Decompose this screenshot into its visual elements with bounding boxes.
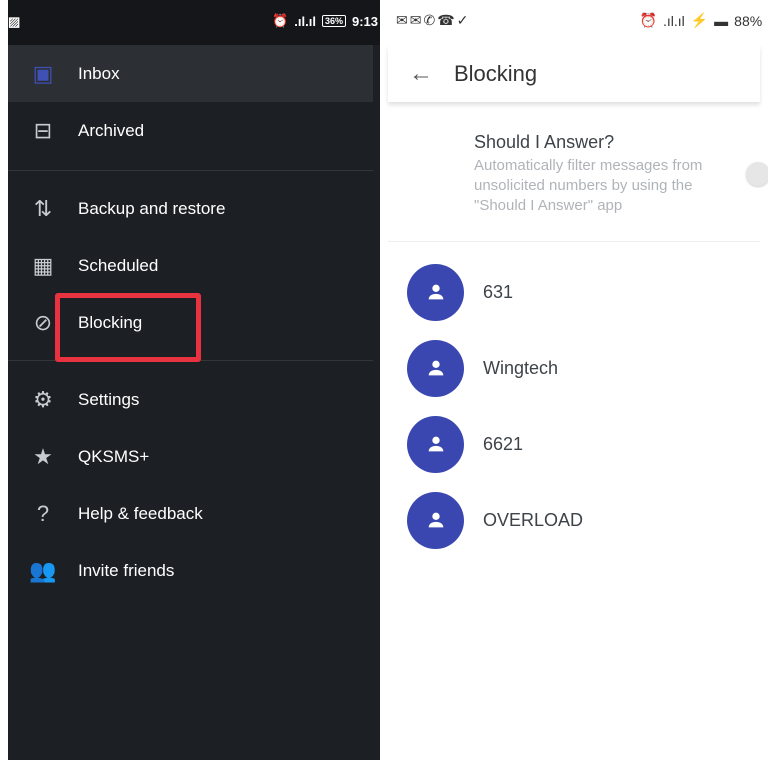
archive-icon: ⊟ <box>33 117 53 143</box>
toolbar: ← Blocking <box>388 45 760 102</box>
status-bar: ✉✉✆☎✓ ⏰ .ıl.ıl ⚡ ▬ 88% 7 <box>388 0 768 45</box>
swap-vert-icon: ⇅ <box>33 195 53 221</box>
signal-icon: .ıl.ıl <box>662 12 685 29</box>
drawer-screen: ▨ ⏰ .ıl.ıl 36% 9:13 ▣ Inbox ⊟ Archived ⇅ Back… <box>8 0 380 760</box>
drawer-item-invite-friends[interactable]: 👥 Invite friends <box>8 542 373 599</box>
status-bar: ▨ ⏰ .ıl.ıl 36% 9:13 <box>8 0 380 45</box>
status-time: 9:13 <box>351 13 378 29</box>
drawer-item-archived[interactable]: ⊟ Archived <box>8 102 373 159</box>
drawer-item-label: Inbox <box>78 63 120 83</box>
help-icon: ? <box>36 500 50 526</box>
contact-name: Wingtech <box>483 357 559 378</box>
avatar <box>407 491 464 549</box>
blocked-contact[interactable]: 6621 <box>388 406 760 482</box>
battery-indicator: 36% <box>321 15 346 27</box>
setting-title: Should I Answer? <box>474 132 615 152</box>
should-i-answer-toggle[interactable] <box>746 162 768 186</box>
gear-icon: ⚙ <box>33 386 53 412</box>
contact-name: 6621 <box>483 433 524 454</box>
blocked-contact[interactable]: Wingtech <box>388 330 760 406</box>
drawer-item-settings[interactable]: ⚙ Settings <box>8 371 373 428</box>
should-i-answer-setting[interactable]: Should I Answer? Automatically filter me… <box>388 102 768 242</box>
drawer-item-qksms-[interactable]: ★ QKSMS+ <box>8 428 373 485</box>
avatar <box>407 263 464 321</box>
charging-icon: ⚡ <box>690 12 709 28</box>
person-icon <box>428 512 443 528</box>
drawer-item-label: Help & feedback <box>78 503 203 523</box>
battery-icon: ▬ <box>714 12 729 29</box>
alarm-icon: ⏰ <box>639 12 657 28</box>
people-icon: 👥 <box>29 557 57 583</box>
star-icon: ★ <box>33 443 53 469</box>
blocking-screen: ✉✉✆☎✓ ⏰ .ıl.ıl ⚡ ▬ 88% 7 ← Blocking Shou… <box>388 0 768 760</box>
setting-description: Automatically filter messages from unsol… <box>474 157 703 214</box>
avatar <box>407 339 464 397</box>
inbox-icon: ▣ <box>32 60 54 86</box>
page-title: Blocking <box>454 60 538 86</box>
person-icon <box>428 436 443 452</box>
blocked-contact[interactable]: 631 <box>388 254 760 330</box>
contact-name: 631 <box>483 281 514 302</box>
drawer-item-inbox[interactable]: ▣ Inbox <box>8 45 373 102</box>
drawer-item-scheduled[interactable]: ▦ Scheduled <box>8 237 373 294</box>
divider <box>8 170 373 171</box>
drawer-item-label: QKSMS+ <box>78 446 150 466</box>
drawer-item-label: Scheduled <box>78 255 159 275</box>
contact-name: OVERLOAD <box>483 509 584 530</box>
screenshot-icon: ▨ <box>8 14 21 29</box>
blocked-contact[interactable]: OVERLOAD <box>388 482 760 558</box>
drawer-item-backup-and-restore[interactable]: ⇅ Backup and restore <box>8 180 373 237</box>
avatar <box>407 415 464 473</box>
person-icon <box>428 284 443 300</box>
drawer-item-label: Backup and restore <box>78 198 226 218</box>
battery-percent: 88% <box>734 12 763 29</box>
notification-icons: ✉✉✆☎✓ <box>396 12 471 28</box>
drawer-item-label: Archived <box>78 120 145 140</box>
alarm-icon: ⏰ <box>272 13 289 28</box>
drawer-item-label: Invite friends <box>78 560 175 580</box>
highlight-annotation <box>55 293 201 362</box>
drawer-item-label: Settings <box>78 389 140 409</box>
drawer-item-help-feedback[interactable]: ? Help & feedback <box>8 485 373 542</box>
calendar-icon: ▦ <box>32 252 54 278</box>
person-icon <box>428 360 443 376</box>
back-arrow-icon[interactable]: ← <box>388 60 454 88</box>
signal-icon: .ıl.ıl <box>294 13 316 29</box>
